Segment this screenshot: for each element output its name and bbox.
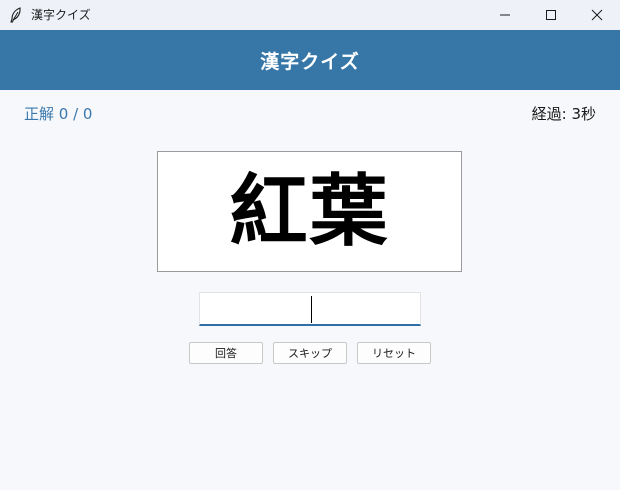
title-bar: 漢字クイズ — [0, 0, 620, 30]
elapsed-time-label: 経過: 3秒 — [531, 105, 596, 123]
close-button[interactable] — [574, 0, 620, 30]
minimize-button[interactable] — [482, 0, 528, 30]
close-icon — [591, 6, 603, 25]
reset-button[interactable]: リセット — [357, 342, 431, 364]
text-caret — [311, 296, 312, 323]
page-title: 漢字クイズ — [260, 50, 360, 73]
window-title: 漢字クイズ — [31, 8, 91, 22]
maximize-button[interactable] — [528, 0, 574, 30]
maximize-icon — [545, 6, 557, 25]
answer-input[interactable] — [199, 292, 421, 326]
kanji-card: 紅葉 — [157, 151, 462, 272]
skip-button[interactable]: スキップ — [273, 342, 347, 364]
minimize-icon — [499, 6, 511, 25]
score-label: 正解 0 / 0 — [24, 105, 93, 123]
header-banner: 漢字クイズ — [0, 30, 620, 90]
kanji-question: 紅葉 — [229, 166, 390, 257]
answer-button[interactable]: 回答 — [189, 342, 263, 364]
feather-icon — [9, 7, 23, 23]
